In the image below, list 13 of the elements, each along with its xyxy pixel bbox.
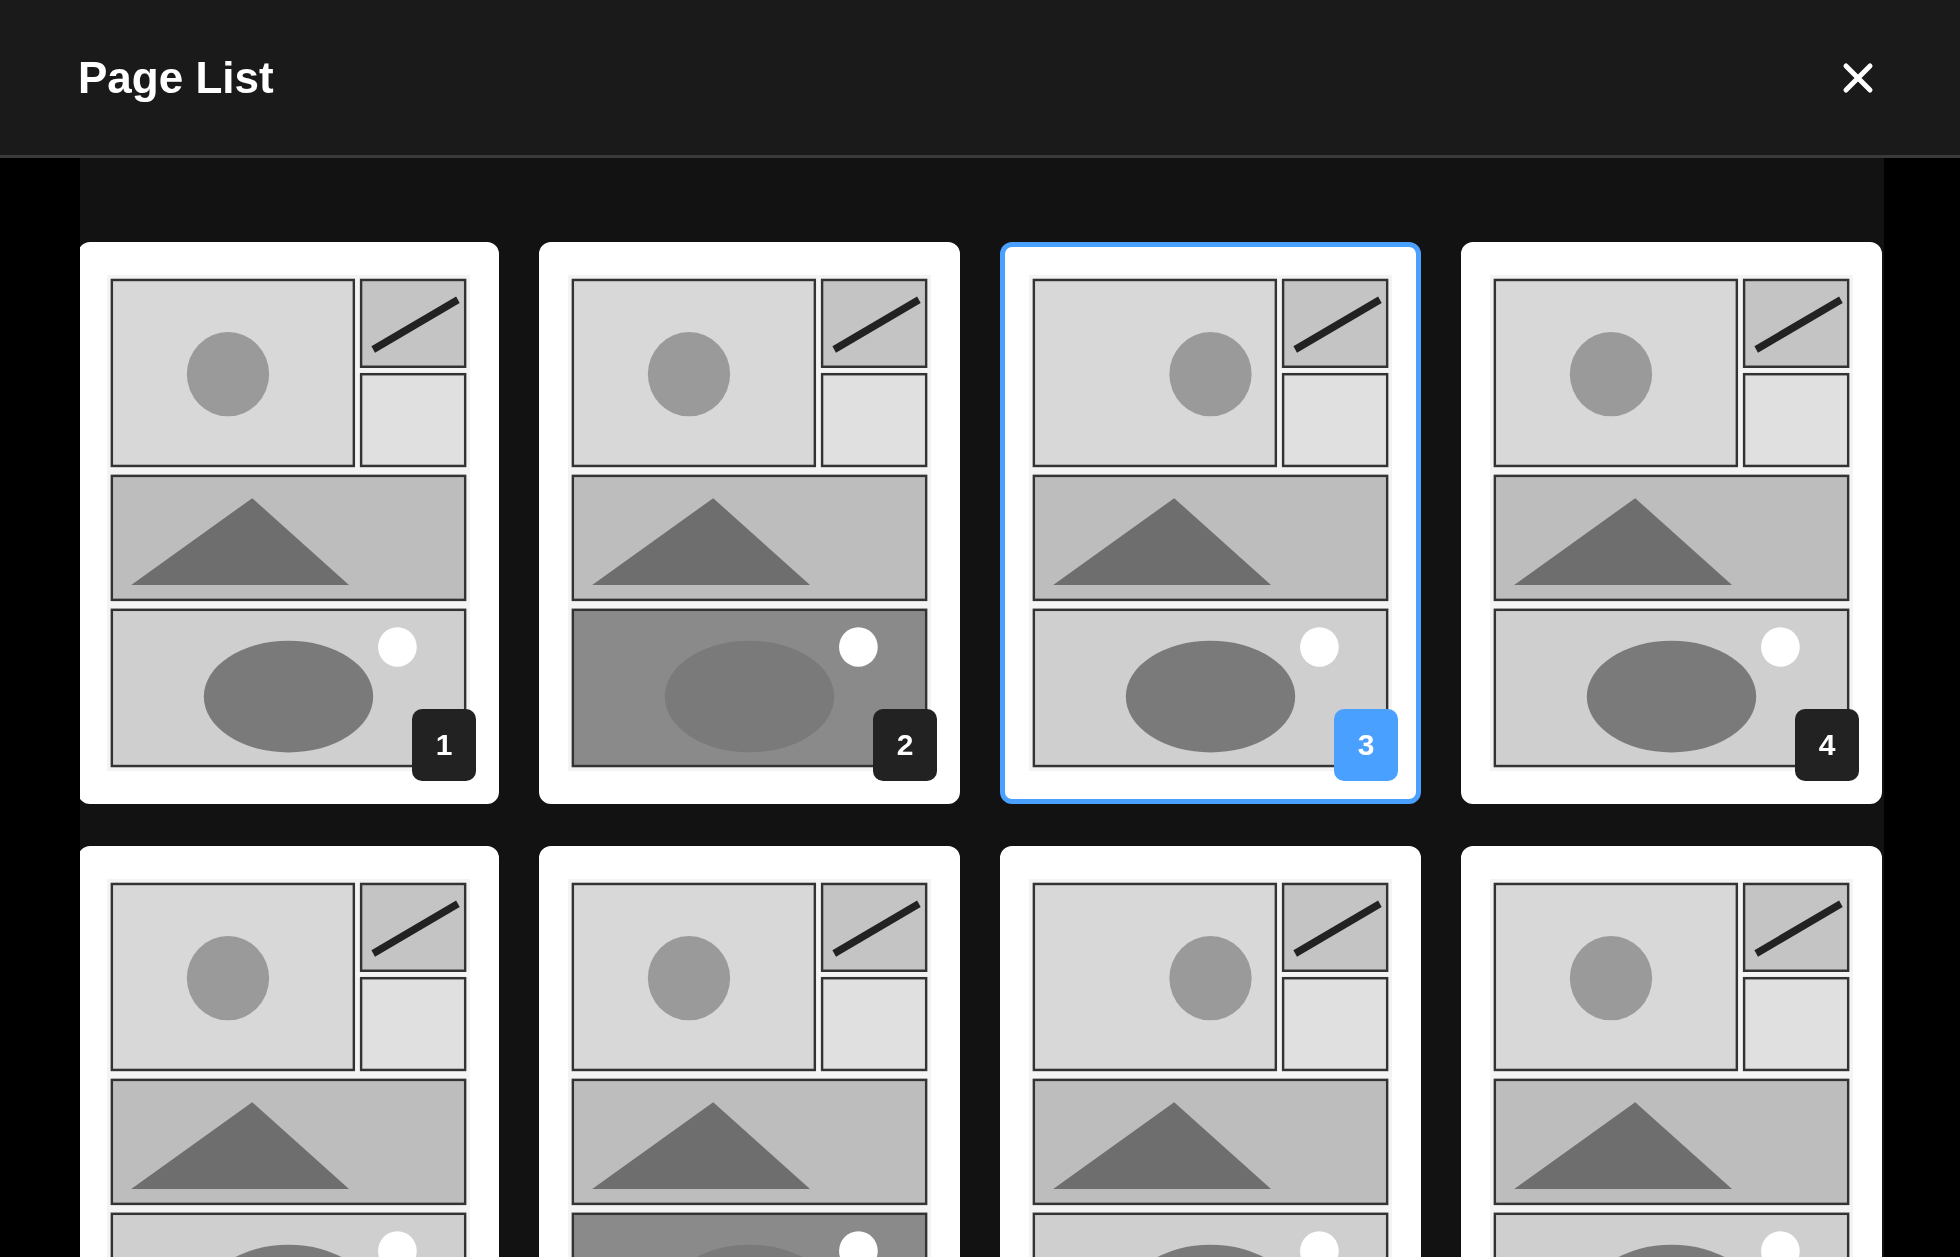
page-number-badge: 3 bbox=[1334, 709, 1398, 781]
page-card[interactable] bbox=[539, 846, 960, 1257]
page-card[interactable] bbox=[1000, 846, 1421, 1257]
page-card[interactable]: 2 bbox=[539, 242, 960, 804]
page-card[interactable] bbox=[80, 846, 499, 1257]
page-card[interactable]: 1 bbox=[80, 242, 499, 804]
page-card[interactable]: 4 bbox=[1461, 242, 1882, 804]
page-number-badge: 4 bbox=[1795, 709, 1859, 781]
close-icon bbox=[1842, 61, 1874, 94]
page-card[interactable] bbox=[1461, 846, 1882, 1257]
page-number-badge: 2 bbox=[873, 709, 937, 781]
page-number-badge: 1 bbox=[412, 709, 476, 781]
dialog-title: Page List bbox=[78, 52, 274, 103]
